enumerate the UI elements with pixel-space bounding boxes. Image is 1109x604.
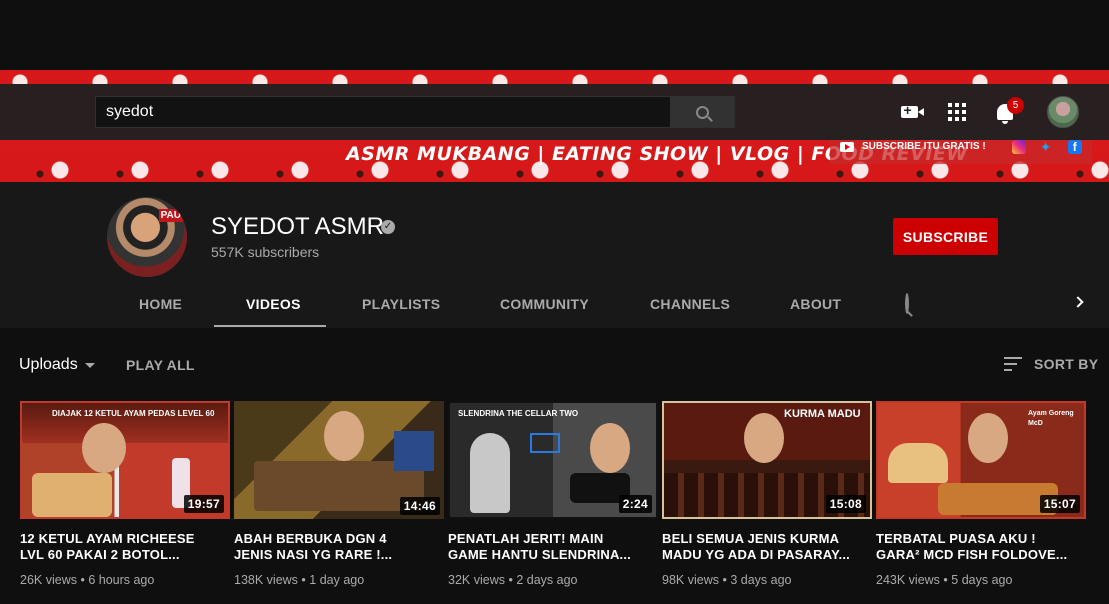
- sort-icon[interactable]: [1004, 357, 1022, 371]
- thumbnail-caption: KURMA MADU: [784, 408, 861, 420]
- thumbnail-face: [324, 411, 364, 461]
- social-links: ✦ f: [1011, 139, 1082, 154]
- video-title-line2: GARA² MCD FISH FOLDOVE...: [876, 547, 1068, 562]
- banner-promo-text: SUBSCRIBE ITU GRATIS !: [862, 141, 986, 152]
- video-duration: 2:24: [618, 495, 652, 513]
- play-all-button[interactable]: PLAY ALL: [126, 357, 195, 373]
- tab-channels[interactable]: CHANNELS: [650, 296, 730, 312]
- thumbnail-food: [32, 473, 112, 517]
- tab-community[interactable]: COMMUNITY: [500, 296, 589, 312]
- video-duration: 14:46: [399, 497, 440, 515]
- video-age: 3 days ago: [730, 573, 792, 587]
- video-title[interactable]: BELI SEMUA JENIS KURMA MADU YG ADA DI PA…: [662, 531, 872, 563]
- video-meta: 26K views • 6 hours ago: [20, 573, 155, 587]
- channel-avatar[interactable]: [107, 197, 187, 277]
- video-thumbnail[interactable]: KURMA MADU 15:08: [662, 401, 872, 519]
- apps-button[interactable]: [945, 100, 969, 124]
- video-duration: 15:07: [1039, 495, 1080, 513]
- search-icon: [905, 293, 909, 314]
- search-icon: [696, 105, 709, 119]
- notification-badge: 5: [1007, 97, 1024, 114]
- caret-down-icon[interactable]: [85, 363, 95, 368]
- thumbnail-arrow: [530, 433, 560, 453]
- video-title[interactable]: TERBATAL PUASA AKU ! GARA² MCD FISH FOLD…: [876, 531, 1086, 563]
- tab-about[interactable]: ABOUT: [790, 296, 841, 312]
- search-input[interactable]: [106, 103, 660, 121]
- account-avatar[interactable]: [1047, 96, 1079, 128]
- video-age: 6 hours ago: [88, 573, 155, 587]
- apps-grid-icon: [948, 103, 966, 121]
- video-title[interactable]: 12 KETUL AYAM RICHEESE LVL 60 PAKAI 2 BO…: [20, 531, 230, 563]
- thumbnail-ghost: [470, 433, 510, 513]
- instagram-icon[interactable]: [1011, 139, 1026, 154]
- tab-playlists[interactable]: PLAYLISTS: [362, 296, 440, 312]
- youtube-icon: [840, 141, 854, 152]
- video-meta: 98K views • 3 days ago: [662, 573, 792, 587]
- video-title-line2: GAME HANTU SLENDRINA...: [448, 547, 631, 562]
- subscriber-count: 557K subscribers: [211, 244, 320, 260]
- search-button[interactable]: [670, 96, 735, 128]
- video-views: 32K views: [448, 573, 505, 587]
- video-title-line2: JENIS NASI YG RARE !...: [234, 547, 393, 562]
- thumbnail-caption: DIAJAK 12 KETUL AYAM PEDAS LEVEL 60: [52, 409, 215, 418]
- video-duration: 15:08: [825, 495, 866, 513]
- video-card[interactable]: DIAJAK 12 KETUL AYAM PEDAS LEVEL 60 19:5…: [20, 401, 230, 587]
- video-title[interactable]: ABAH BERBUKA DGN 4 JENIS NASI YG RARE !.…: [234, 531, 444, 563]
- video-title-line1: BELI SEMUA JENIS KURMA: [662, 531, 840, 546]
- active-tab-indicator: [214, 325, 326, 327]
- video-meta: 243K views • 5 days ago: [876, 573, 1013, 587]
- video-meta: 32K views • 2 days ago: [448, 573, 578, 587]
- channel-tabs: HOME VIDEOS PLAYLISTS COMMUNITY CHANNELS…: [0, 280, 1109, 328]
- video-age: 2 days ago: [516, 573, 578, 587]
- video-title[interactable]: PENATLAH JERIT! MAIN GAME HANTU SLENDRIN…: [448, 531, 658, 563]
- verified-check-icon: ✓: [381, 220, 395, 234]
- thumbnail-face: [82, 423, 126, 473]
- video-title-line1: PENATLAH JERIT! MAIN: [448, 531, 604, 546]
- thumbnail-burger: [888, 443, 948, 483]
- thumbnail-face: [590, 423, 630, 473]
- video-views: 26K views: [20, 573, 77, 587]
- sort-by-button[interactable]: SORT BY: [1034, 356, 1098, 372]
- tab-videos[interactable]: VIDEOS: [246, 296, 301, 312]
- video-views: 98K views: [662, 573, 719, 587]
- channel-name: SYEDOT ASMR: [211, 213, 384, 240]
- channel-search-button[interactable]: [905, 293, 909, 314]
- video-card[interactable]: Ayam Goreng McD 15:07 TERBATAL PUASA AKU…: [876, 401, 1086, 587]
- video-thumbnail[interactable]: SLENDRINA THE CELLAR TWO 2:24: [448, 401, 658, 519]
- video-age: 5 days ago: [951, 573, 1013, 587]
- video-title-line1: ABAH BERBUKA DGN 4: [234, 531, 387, 546]
- video-card[interactable]: KURMA MADU 15:08 BELI SEMUA JENIS KURMA …: [662, 401, 872, 587]
- thumbnail-face: [968, 413, 1008, 463]
- video-thumbnail[interactable]: DIAJAK 12 KETUL AYAM PEDAS LEVEL 60 19:5…: [20, 401, 230, 519]
- video-title-line2: LVL 60 PAKAI 2 BOTOL...: [20, 547, 180, 562]
- thumbnail-face: [744, 413, 784, 463]
- video-age: 1 day ago: [309, 573, 365, 587]
- video-meta: 138K views • 1 day ago: [234, 573, 365, 587]
- video-camera-icon: [900, 102, 924, 118]
- video-views: 243K views: [876, 573, 940, 587]
- create-video-button[interactable]: [897, 100, 924, 124]
- uploads-dropdown[interactable]: Uploads: [19, 356, 78, 374]
- video-views: 138K views: [234, 573, 298, 587]
- thumbnail-caption: SLENDRINA THE CELLAR TWO: [458, 409, 579, 418]
- facebook-icon[interactable]: f: [1067, 139, 1082, 154]
- twitter-icon[interactable]: ✦: [1040, 140, 1054, 154]
- video-thumbnail[interactable]: Ayam Goreng McD 15:07: [876, 401, 1086, 519]
- top-black-bar: [0, 0, 1109, 70]
- video-card[interactable]: SLENDRINA THE CELLAR TWO 2:24 PENATLAH J…: [448, 401, 658, 587]
- thumbnail-sign: [394, 431, 434, 471]
- video-title-line1: TERBATAL PUASA AKU !: [876, 531, 1036, 546]
- video-thumbnail[interactable]: 14:46: [234, 401, 444, 519]
- subscribe-button[interactable]: SUBSCRIBE: [893, 218, 998, 255]
- video-duration: 19:57: [183, 495, 224, 513]
- tab-home[interactable]: HOME: [139, 296, 182, 312]
- video-title-line2: MADU YG ADA DI PASARAY...: [662, 547, 850, 562]
- video-card[interactable]: 14:46 ABAH BERBUKA DGN 4 JENIS NASI YG R…: [234, 401, 444, 587]
- video-title-line1: 12 KETUL AYAM RICHEESE: [20, 531, 195, 546]
- thumbnail-caption: Ayam Goreng McD: [1028, 410, 1074, 427]
- search-box: [95, 96, 671, 128]
